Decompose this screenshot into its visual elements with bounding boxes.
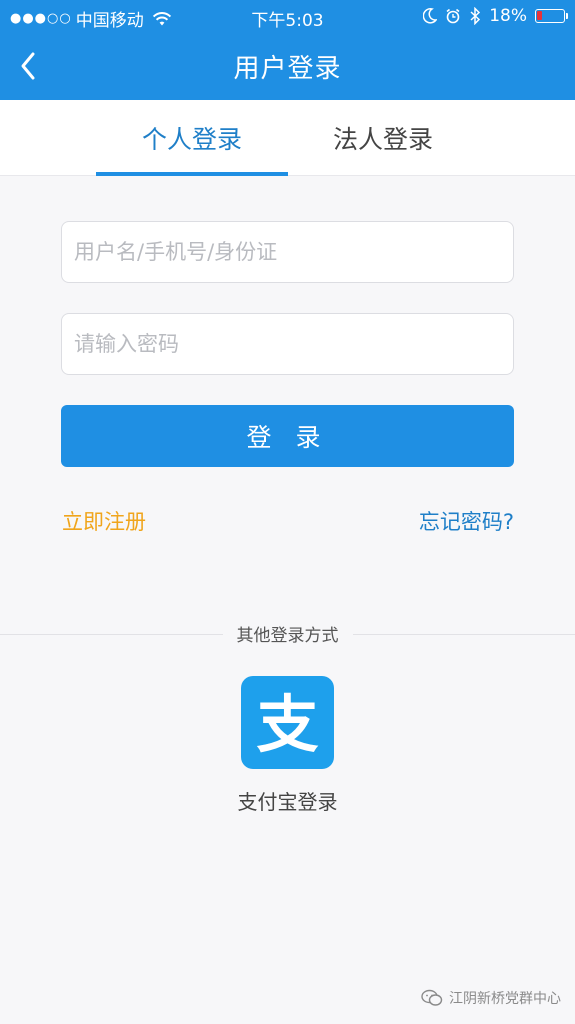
active-tab-indicator	[96, 172, 288, 176]
moon-icon	[423, 8, 438, 24]
watermark: 江阴新桥党群中心	[421, 988, 561, 1008]
forgot-password-link[interactable]: 忘记密码?	[419, 506, 514, 536]
bluetooth-icon	[470, 7, 481, 25]
tab-personal-login[interactable]: 个人登录	[96, 100, 288, 176]
alipay-icon: 支	[256, 688, 318, 761]
battery-icon	[535, 9, 568, 23]
password-field[interactable]	[61, 313, 514, 375]
battery-level	[537, 11, 542, 20]
status-right: 18%	[423, 6, 568, 26]
login-screen: ●●●○○ 中国移动 下午5:03 18% 用户登录 个人登录 法人登录 用户名…	[0, 0, 575, 1024]
alipay-login-label[interactable]: 支付宝登录	[0, 786, 575, 815]
register-link[interactable]: 立即注册	[62, 506, 146, 536]
alarm-icon	[446, 8, 460, 24]
tab-legal-person-login[interactable]: 法人登录	[287, 100, 479, 176]
username-field[interactable]	[61, 221, 514, 283]
login-tabs: 个人登录 法人登录	[0, 100, 575, 176]
page-title: 用户登录	[233, 54, 342, 84]
title-bar: 用户登录	[0, 34, 575, 96]
battery-percent: 18%	[489, 6, 527, 26]
status-bar: ●●●○○ 中国移动 下午5:03 18%	[0, 0, 575, 34]
alipay-glyph: 支	[256, 688, 318, 761]
wechat-icon	[421, 989, 443, 1006]
other-login-label: 其他登录方式	[222, 621, 353, 646]
login-button[interactable]: 登 录	[61, 405, 514, 467]
watermark-text: 江阴新桥党群中心	[449, 991, 561, 1007]
alipay-login-button[interactable]: 支	[241, 676, 334, 769]
other-login-heading: 其他登录方式	[0, 621, 575, 646]
header: ●●●○○ 中国移动 下午5:03 18% 用户登录	[0, 0, 575, 100]
